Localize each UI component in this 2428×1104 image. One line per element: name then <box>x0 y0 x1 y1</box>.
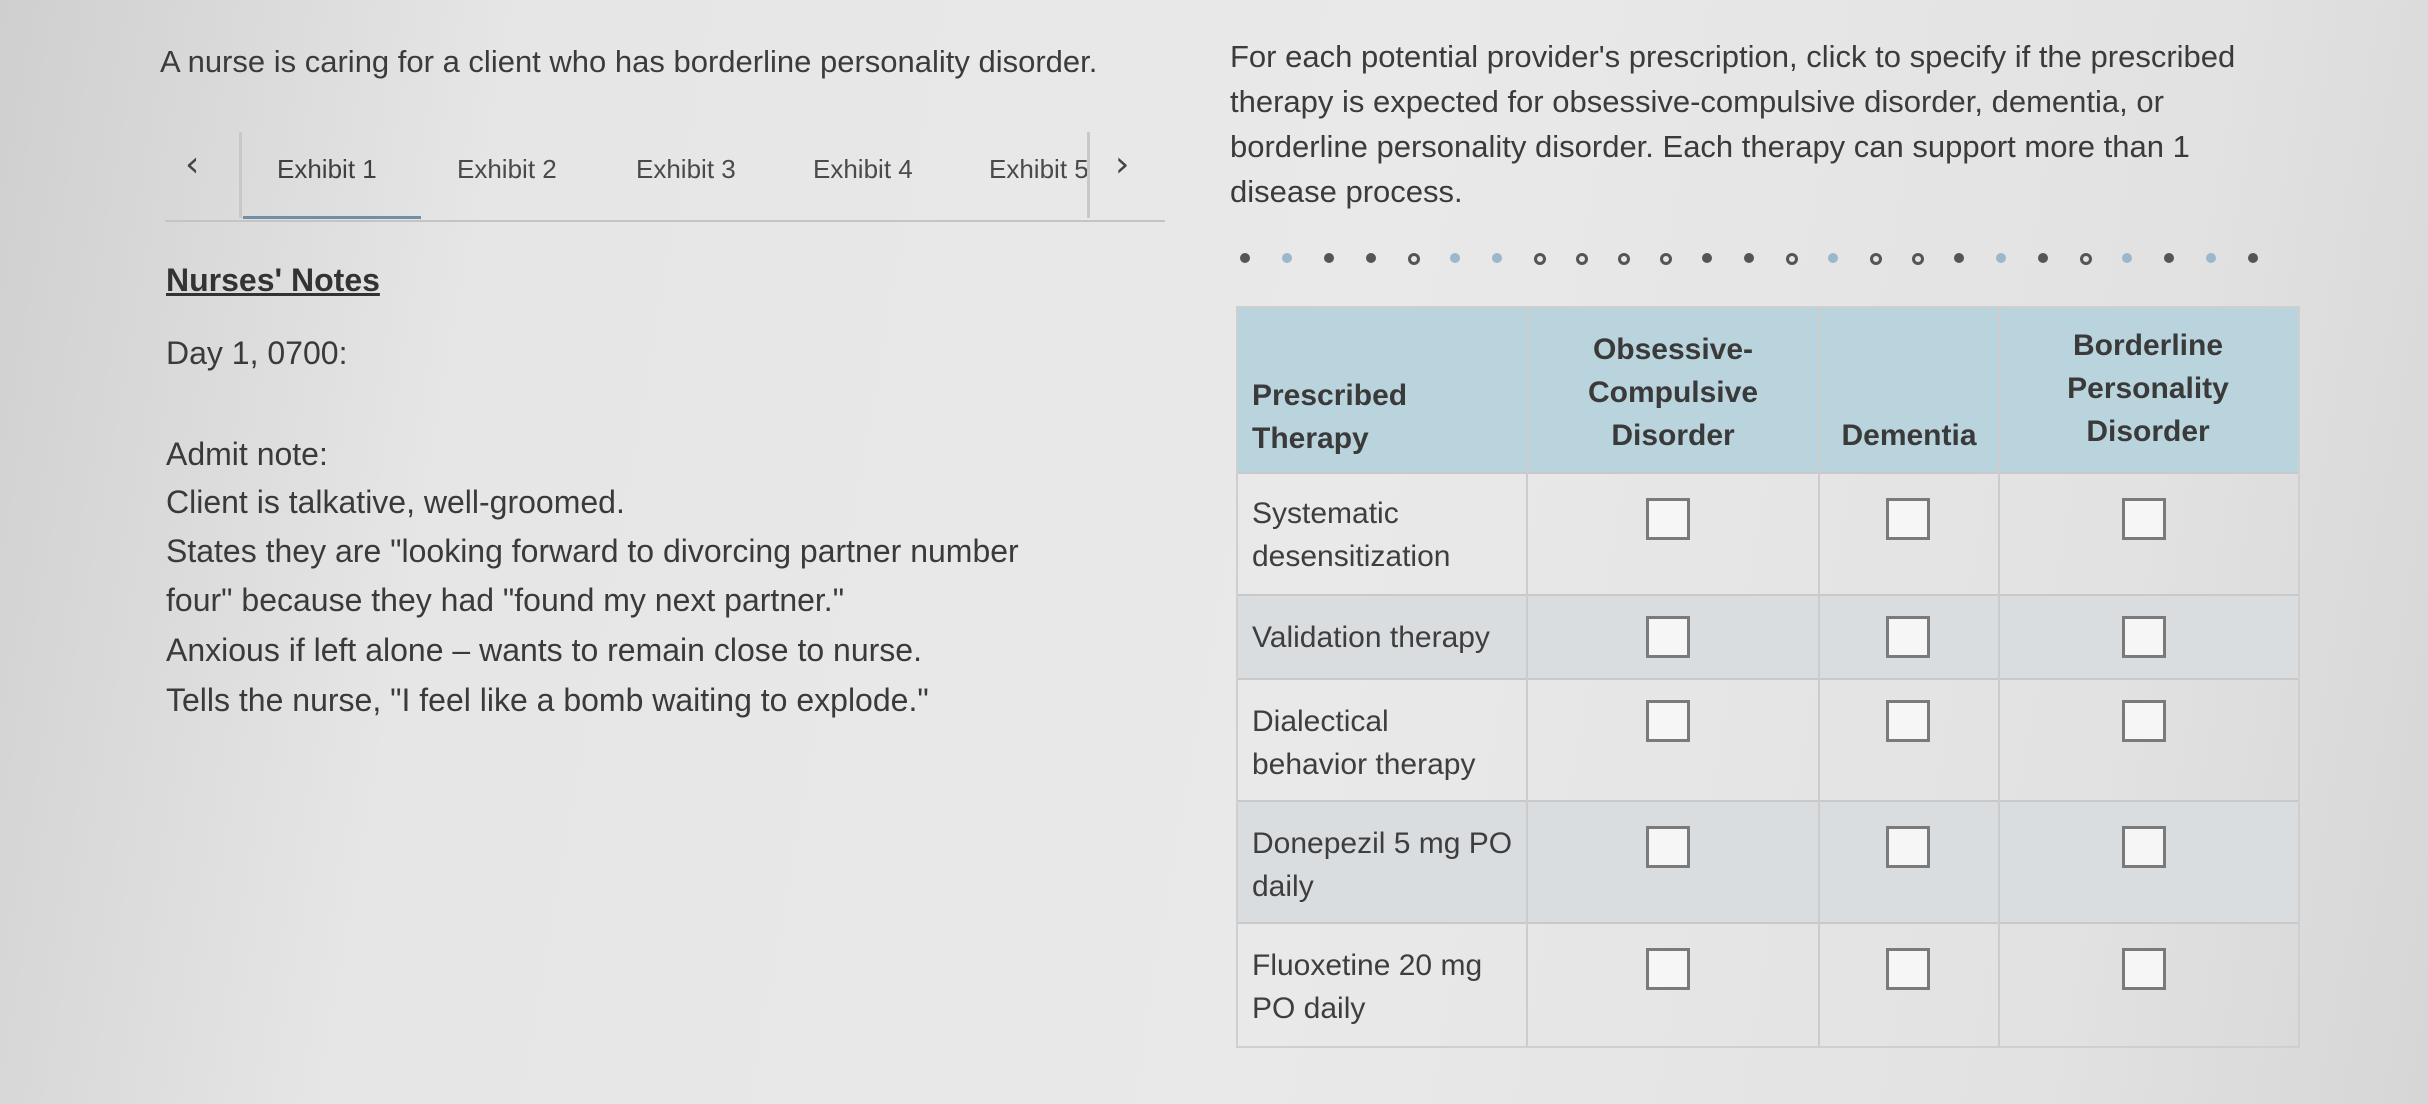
therapy-matrix: Prescribed Therapy Obsessive- Compulsive… <box>1236 306 2300 1048</box>
therapy-name: Dialectical behavior therapy <box>1252 705 1476 781</box>
checkbox-ocd[interactable] <box>1646 948 1690 990</box>
separator-dot <box>2164 253 2174 263</box>
header-bpd: Borderline Personality Disorder <box>2067 329 2229 448</box>
checkbox-bpd[interactable] <box>2122 700 2166 742</box>
separator-dot <box>1828 253 1838 263</box>
checkbox-bpd[interactable] <box>2122 826 2166 868</box>
therapy-name: Systematic desensitization <box>1252 497 1451 573</box>
checkbox-dementia[interactable] <box>1886 498 1930 540</box>
checkbox-bpd[interactable] <box>2122 616 2166 658</box>
tab-exhibit-5[interactable]: Exhibit 5 <box>989 154 1089 185</box>
active-tab-indicator <box>243 216 421 219</box>
checkbox-ocd[interactable] <box>1646 616 1690 658</box>
note-line: four" because they had "found my next pa… <box>166 582 845 618</box>
checkbox-dementia[interactable] <box>1886 700 1930 742</box>
chevron-left-icon[interactable]: ‹ <box>185 144 199 185</box>
table-row: Systematic desensitization <box>1238 472 2298 596</box>
separator-dot <box>1576 253 1588 265</box>
checkbox-dementia[interactable] <box>1886 616 1930 658</box>
column-divider <box>1818 308 1820 1046</box>
separator-dot <box>2248 253 2258 263</box>
tab-exhibit-2[interactable]: Exhibit 2 <box>457 154 557 185</box>
header-prescribed-therapy: Prescribed Therapy <box>1252 379 1408 455</box>
therapy-name: Donepezil 5 mg PO daily <box>1252 827 1513 903</box>
separator-dot <box>1282 253 1292 263</box>
note-line: States they are "looking forward to divo… <box>166 533 1019 569</box>
column-divider <box>1526 308 1528 1046</box>
separator-dot <box>1870 253 1882 265</box>
exhibit-tabs: ‹ Exhibit 1 Exhibit 2 Exhibit 3 Exhibit … <box>165 122 1165 222</box>
checkbox-bpd[interactable] <box>2122 498 2166 540</box>
separator-dot <box>2080 253 2092 265</box>
separator-dot <box>1366 253 1376 263</box>
table-row: Fluoxetine 20 mg PO daily <box>1238 922 2298 1048</box>
note-line: Tells the nurse, "I feel like a bomb wai… <box>166 682 929 718</box>
separator-dot <box>1618 253 1630 265</box>
separator-dot <box>1534 253 1546 265</box>
table-row: Validation therapy <box>1238 594 2298 680</box>
separator-dot <box>1786 253 1798 265</box>
therapy-name: Fluoxetine 20 mg PO daily <box>1252 949 1483 1025</box>
separator-dot <box>1324 253 1334 263</box>
separator-dot <box>2038 253 2048 263</box>
separator-dot <box>1954 253 1964 263</box>
separator-dot <box>2122 253 2132 263</box>
question-stem: A nurse is caring for a client who has b… <box>160 44 1098 79</box>
matrix-header: Prescribed Therapy Obsessive- Compulsive… <box>1238 308 2298 472</box>
tab-exhibit-3[interactable]: Exhibit 3 <box>636 154 736 185</box>
note-timestamp: Day 1, 0700: <box>166 335 348 371</box>
checkbox-ocd[interactable] <box>1646 700 1690 742</box>
checkbox-dementia[interactable] <box>1886 826 1930 868</box>
checkbox-bpd[interactable] <box>2122 948 2166 990</box>
separator-dot <box>1660 253 1672 265</box>
checkbox-ocd[interactable] <box>1646 826 1690 868</box>
tab-exhibit-1[interactable]: Exhibit 1 <box>277 154 377 185</box>
note-line: Client is talkative, well-groomed. <box>166 484 625 520</box>
separator-dot <box>2206 253 2216 263</box>
table-row: Dialectical behavior therapy <box>1238 678 2298 802</box>
chevron-right-icon[interactable]: › <box>1115 144 1129 185</box>
separator-dot <box>1912 253 1924 265</box>
therapy-name: Validation therapy <box>1252 621 1490 654</box>
notes-heading: Nurses' Notes <box>166 262 380 298</box>
table-row: Donepezil 5 mg PO daily <box>1238 800 2298 924</box>
separator-dot <box>1492 253 1502 263</box>
separator-dot <box>1450 253 1460 263</box>
header-dementia: Dementia <box>1841 419 1977 452</box>
tab-divider <box>1087 132 1090 218</box>
checkbox-dementia[interactable] <box>1886 948 1930 990</box>
header-ocd: Obsessive- Compulsive Disorder <box>1587 333 1759 452</box>
separator-dot <box>1408 253 1420 265</box>
separator-dot <box>1996 253 2006 263</box>
screen: A nurse is caring for a client who has b… <box>0 0 2428 1104</box>
separator-dot <box>1240 253 1250 263</box>
tab-divider <box>239 132 242 218</box>
separator-dot <box>1744 253 1754 263</box>
tab-exhibit-4[interactable]: Exhibit 4 <box>813 154 913 185</box>
separator-dot <box>1702 253 1712 263</box>
separator-dots <box>1240 250 2300 266</box>
checkbox-ocd[interactable] <box>1646 498 1690 540</box>
admit-note-label: Admit note: <box>166 436 328 472</box>
column-divider <box>1998 308 2000 1046</box>
note-line: Anxious if left alone – wants to remain … <box>166 632 922 668</box>
instructions: For each potential provider's prescripti… <box>1230 39 2236 209</box>
